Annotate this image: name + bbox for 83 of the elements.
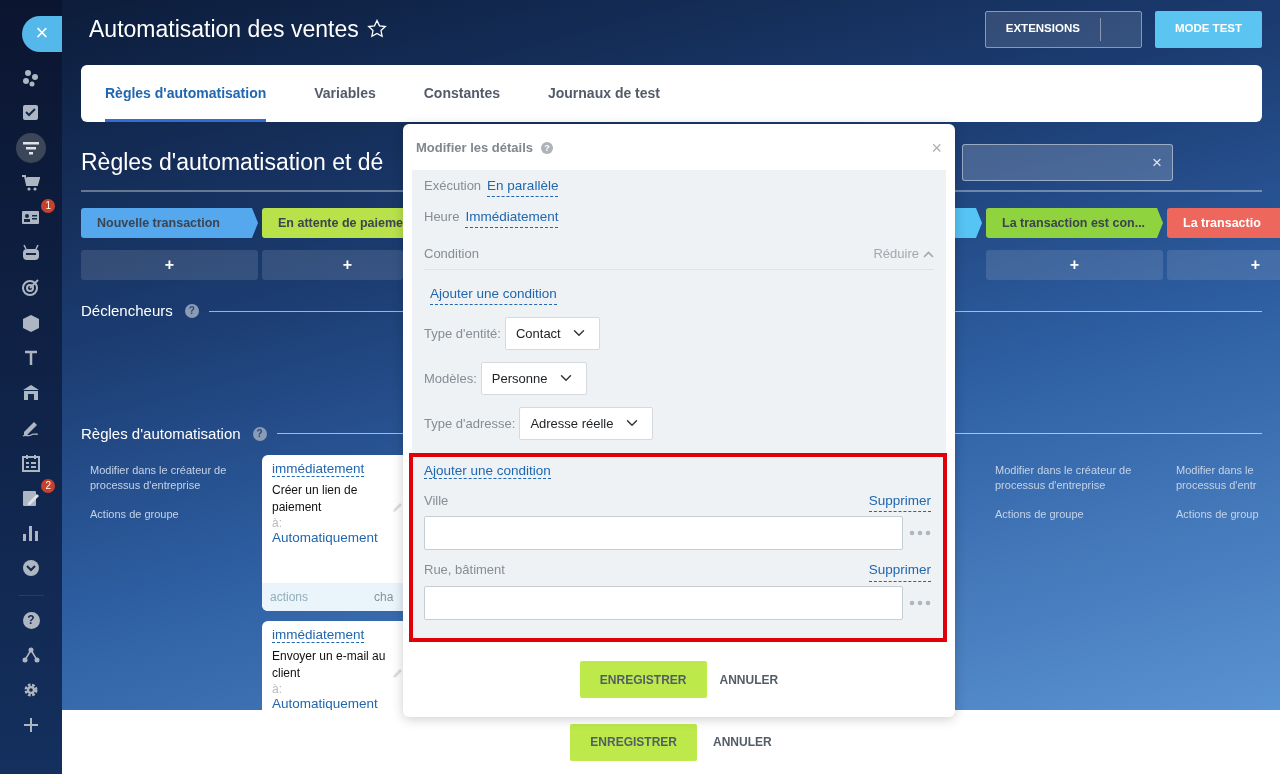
notification-badge: 1 [41,199,55,213]
add-icon [22,716,40,734]
target-icon [22,279,40,297]
field-label: Rue, bâtiment [424,561,505,580]
tab[interactable]: Règles d'automatisation [105,65,267,122]
recipient-label: à: [272,682,283,696]
star-icon[interactable] [366,19,387,39]
sidebar-item[interactable] [16,133,46,163]
tab[interactable]: Variables [314,65,376,122]
signature-icon [22,419,40,437]
remove-link[interactable]: Supprimer [868,491,931,513]
group-actions-link[interactable]: Actions de groupe [90,507,258,522]
bar-chart-icon [22,524,40,542]
add-button[interactable]: + [262,250,403,280]
select-label: Modèles: [424,369,477,388]
select-field[interactable]: Contact [504,316,600,350]
section-heading: Règles d'automatisation et dé [81,148,384,178]
help-button[interactable]: ? [16,605,46,635]
stage-tab[interactable]: En attente de paieme [262,208,403,238]
cart-icon [22,174,40,192]
page-title: Automatisation des ventes [89,14,359,44]
stage-tab[interactable]: La transactio [1167,208,1280,238]
box-icon [22,314,40,332]
settings-icon [22,681,40,699]
rule-title: Créer un lien de paiement [272,482,359,516]
group-actions-link[interactable]: Actions de group [1176,507,1280,522]
robot-icon [22,244,40,262]
setting-link[interactable]: Immédiatement [465,206,559,228]
section-title: Règles d'automatisation [81,423,241,444]
help-button[interactable]: ? [184,304,199,319]
bank-icon [22,384,40,402]
edit-link[interactable]: Modifier dans le créateur de processus d'entreprise [90,463,258,493]
card-footer-text: actions [270,589,309,605]
filter-icon [22,139,40,157]
add-button[interactable]: + [986,250,1163,280]
setting-link[interactable]: En parallèle [487,175,559,197]
setting-label: Exécution [424,176,482,195]
tab[interactable]: Journaux de test [548,65,660,122]
select-label: Type d'adresse: [424,414,516,433]
recipient-link[interactable]: Automatiquement [272,696,403,710]
input-field[interactable] [424,585,903,620]
edit-link[interactable]: Modifier dans le créateur de processus d'entreprise [995,463,1163,493]
group-actions-link[interactable]: Actions de groupe [995,507,1163,522]
remove-link[interactable]: Supprimer [868,560,931,582]
dialog-title: Modifier les détails [416,139,534,157]
recipient-link[interactable]: Automatiquement [272,530,403,545]
save-button[interactable]: ENREGISTRER [579,661,707,698]
notification-badge: 2 [41,479,55,493]
chevron-circle-icon [22,559,40,577]
add-condition-link[interactable]: Ajouter une condition [424,462,551,479]
section-title: Déclencheurs [81,301,173,321]
text-icon [22,349,40,367]
help-button[interactable]: ? [252,426,267,441]
input-field[interactable] [424,516,903,551]
delay-link[interactable]: immédiatement [272,461,365,477]
chevron-icon [923,250,934,258]
extensions-button[interactable]: EXTENSIONS [984,10,1142,48]
select-field[interactable]: Personne [480,361,587,395]
network-icon [22,646,40,664]
setting-label: Heure [424,207,460,226]
add-condition-link[interactable]: Ajouter une condition [430,283,557,305]
stage-tab[interactable]: Nouvelle transaction [81,208,258,238]
cancel-button[interactable]: ANNULER [713,733,772,751]
contact-card-icon [22,209,40,227]
delay-link[interactable]: immédiatement [272,627,365,643]
task-icon [22,104,40,122]
select-label: Type d'entité: [424,324,501,343]
stage-tab[interactable]: La transaction est con... [986,208,1163,238]
recipient-label: à: [272,516,283,530]
group-icon [22,69,40,87]
edit-link[interactable]: Modifier dans le processus d'entr [1176,463,1280,493]
rule-title: Envoyer un e-mail au client [272,648,387,682]
cancel-button[interactable]: ANNULER [719,670,779,689]
add-button[interactable]: + [81,250,258,280]
field-label: Ville [424,492,449,510]
save-button[interactable]: ENREGISTRER [570,723,697,761]
edit-list-icon [22,489,40,507]
calendar-icon [22,454,40,472]
add-button[interactable]: + [1167,250,1280,280]
tab[interactable]: Constantes [423,65,500,122]
select-field[interactable]: Adresse réelle [519,406,654,440]
condition-label: Condition [424,245,479,264]
card-footer-text: cha [374,589,394,605]
